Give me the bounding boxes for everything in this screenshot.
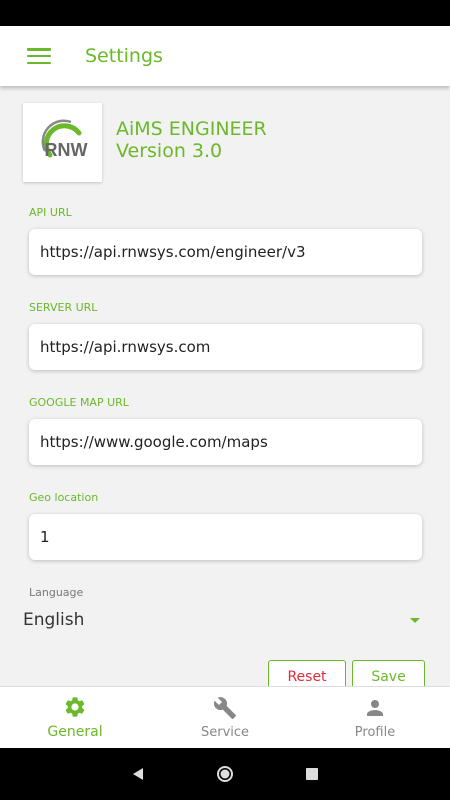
person-icon xyxy=(367,699,383,716)
nav-profile-label: Profile xyxy=(354,724,396,740)
hamburger-menu-icon[interactable] xyxy=(27,47,51,65)
settings-content[interactable]: RNW AiMS ENGINEER Version 3.0 API URL ht… xyxy=(0,86,450,686)
language-select[interactable]: English xyxy=(23,606,423,634)
language-label: Language xyxy=(29,586,84,599)
logo-text: RNW xyxy=(45,140,88,160)
recents-icon[interactable] xyxy=(301,763,323,785)
rnw-logo: RNW xyxy=(23,103,102,182)
google-map-url-field[interactable]: https://www.google.com/maps xyxy=(29,419,422,465)
nav-general[interactable]: General xyxy=(0,687,150,748)
app-name: AiMS ENGINEER xyxy=(116,118,267,140)
gear-icon xyxy=(65,697,85,717)
nav-service[interactable]: Service xyxy=(150,687,300,748)
server-url-field[interactable]: https://api.rnwsys.com xyxy=(29,324,422,370)
app-bar: Settings xyxy=(0,26,450,86)
nav-service-label: Service xyxy=(200,724,250,740)
wrench-icon xyxy=(213,696,236,719)
reset-button[interactable]: Reset xyxy=(268,660,346,686)
system-navigation-bar xyxy=(0,748,450,800)
bottom-navigation: General Service Profile xyxy=(0,686,450,748)
server-url-label: SERVER URL xyxy=(29,301,98,314)
nav-general-label: General xyxy=(47,724,103,740)
google-map-url-label: GOOGLE MAP URL xyxy=(29,396,129,409)
dropdown-caret-icon xyxy=(410,617,420,623)
geo-location-label: Geo location xyxy=(29,491,99,504)
nav-profile[interactable]: Profile xyxy=(300,687,450,748)
api-url-field[interactable]: https://api.rnwsys.com/engineer/v3 xyxy=(29,229,422,275)
app-version: Version 3.0 xyxy=(116,140,223,162)
api-url-label: API URL xyxy=(29,206,72,219)
page-title: Settings xyxy=(85,45,163,67)
geo-location-field[interactable]: 1 xyxy=(29,514,422,560)
language-value: English xyxy=(23,610,85,630)
back-icon[interactable] xyxy=(127,763,149,785)
save-button[interactable]: Save xyxy=(352,660,425,686)
status-bar xyxy=(0,0,450,26)
home-icon[interactable] xyxy=(214,763,236,785)
